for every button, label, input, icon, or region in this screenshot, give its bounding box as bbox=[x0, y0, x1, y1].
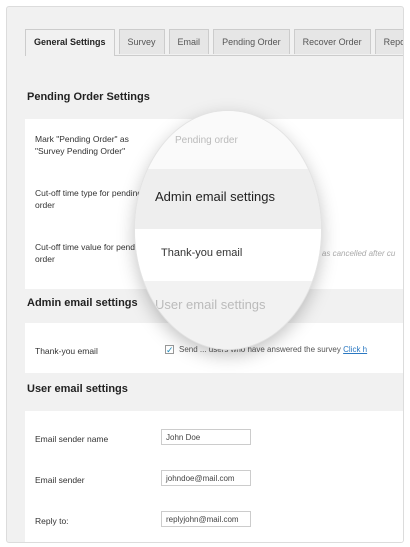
reply-to-label: Reply to: bbox=[35, 516, 69, 526]
reply-to-input[interactable]: replyjohn@mail.com bbox=[161, 511, 251, 527]
magnified-thankyou-email: Thank-you email bbox=[161, 247, 243, 259]
click-here-link[interactable]: Click h bbox=[343, 345, 367, 354]
magnifier-lens: Pending order Admin email settings Thank… bbox=[135, 111, 321, 349]
user-email-settings-title: User email settings bbox=[27, 383, 128, 395]
tab-report[interactable]: Report bbox=[374, 29, 403, 54]
magnifier-band-user bbox=[135, 281, 321, 349]
thankyou-email-label: Thank-you email bbox=[35, 346, 98, 356]
tab-email[interactable]: Email bbox=[168, 29, 210, 54]
settings-tabs: General Settings Survey Email Pending Or… bbox=[25, 29, 403, 56]
email-sender-name-label: Email sender name bbox=[35, 434, 109, 444]
tab-pending-order[interactable]: Pending Order bbox=[213, 29, 290, 54]
magnified-admin-email-settings: Admin email settings bbox=[155, 189, 275, 204]
tab-survey[interactable]: Survey bbox=[118, 29, 165, 54]
cutoff-value-label: Cut-off time value for pending order bbox=[35, 242, 147, 264]
pending-order-settings-title: Pending Order Settings bbox=[27, 91, 150, 103]
tab-general-settings[interactable]: General Settings bbox=[25, 29, 115, 56]
email-sender-input[interactable]: johndoe@mail.com bbox=[161, 470, 251, 486]
admin-email-settings-title: Admin email settings bbox=[27, 297, 138, 309]
settings-panel: General Settings Survey Email Pending Or… bbox=[6, 6, 404, 543]
email-sender-name-input[interactable]: John Doe bbox=[161, 429, 251, 445]
tab-recover-order[interactable]: Recover Order bbox=[293, 29, 371, 54]
magnified-user-email-settings: User email settings bbox=[155, 297, 266, 312]
email-sender-label: Email sender bbox=[35, 475, 85, 485]
mark-pending-label: Mark "Pending Order" as "Survey Pending … bbox=[35, 134, 129, 156]
magnified-pending-order-value: Pending order bbox=[175, 135, 238, 146]
cutoff-type-label: Cut-off time type for pending order bbox=[35, 188, 143, 210]
user-email-table: Email sender name John Doe Email sender … bbox=[25, 411, 403, 542]
